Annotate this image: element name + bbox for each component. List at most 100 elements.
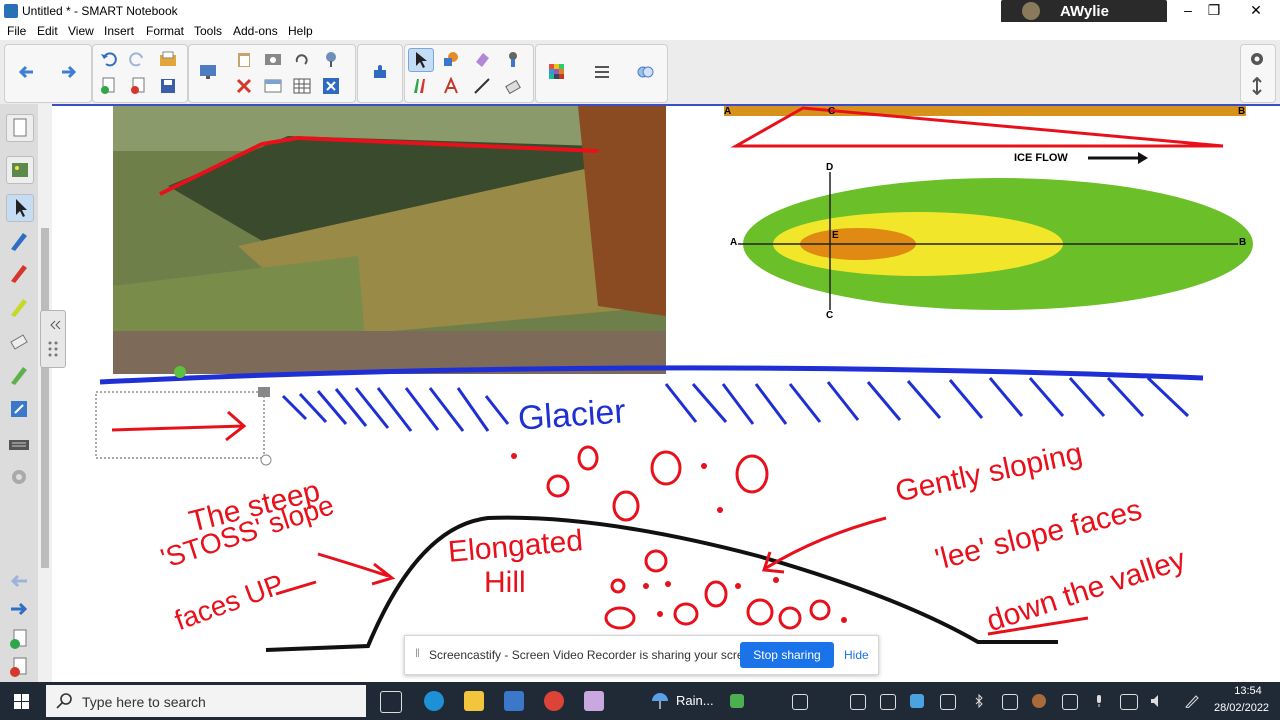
save-icon[interactable]: [156, 75, 180, 97]
lines-icon[interactable]: [590, 61, 614, 83]
gear-icon[interactable]: [1245, 48, 1269, 70]
back-arrow-icon[interactable]: [14, 61, 38, 83]
move-toolbar-icon[interactable]: [1245, 75, 1269, 97]
tray-icon-b[interactable]: [850, 694, 866, 710]
menu-addons[interactable]: Add-ons: [233, 24, 278, 38]
text-icon[interactable]: [439, 75, 463, 97]
aerial-drumlin-photo[interactable]: [113, 106, 666, 374]
paste-icon[interactable]: [232, 48, 256, 70]
notebook-page-canvas[interactable]: A C B ICE FLOW D A E B C Glacier The ste…: [38, 104, 1280, 684]
stop-sharing-button[interactable]: Stop sharing: [740, 642, 834, 668]
pen-tool-blue-icon[interactable]: [8, 230, 30, 252]
shapes-icon[interactable]: [439, 48, 463, 70]
menu-help[interactable]: Help: [288, 24, 313, 38]
menu-view[interactable]: View: [68, 24, 94, 38]
open-file-icon[interactable]: [156, 48, 180, 70]
drive-tray-icon[interactable]: [730, 694, 744, 708]
smart-notebook-app-icon: [4, 4, 18, 18]
doc-camera-icon[interactable]: [319, 48, 343, 70]
edge-browser-icon[interactable]: [424, 691, 444, 711]
magic-pen-side-icon[interactable]: [8, 364, 30, 386]
title-bar: Untitled * - SMART Notebook AWylie – ❐ ✕: [0, 0, 1280, 23]
keyboard-icon[interactable]: [8, 434, 30, 456]
file-explorer-icon[interactable]: [464, 691, 484, 711]
select-arrow-icon[interactable]: [408, 48, 434, 72]
fill-icon[interactable]: [633, 61, 657, 83]
add-page-side-icon[interactable]: [8, 628, 30, 650]
task-view-icon[interactable]: [380, 691, 402, 713]
diagram-label-c-top: C: [828, 106, 836, 117]
usb-icon[interactable]: [1062, 694, 1078, 710]
diagram-label-d: D: [826, 162, 834, 173]
eraser-side-icon[interactable]: [8, 330, 30, 352]
menu-insert[interactable]: Insert: [104, 24, 134, 38]
addon-puzzle-icon[interactable]: [368, 61, 392, 83]
page-sorter-tab[interactable]: [6, 114, 34, 142]
tray-icon-e[interactable]: [940, 694, 956, 710]
delete-page-side-icon[interactable]: [8, 656, 30, 678]
menu-edit[interactable]: Edit: [37, 24, 58, 38]
screen-sharing-notification: ‖ Screencastify - Screen Video Recorder …: [404, 635, 879, 675]
display-icon[interactable]: [196, 61, 220, 83]
tray-icon-f[interactable]: [1002, 694, 1018, 710]
window-title: Untitled * - SMART Notebook: [22, 4, 178, 18]
drag-handle-icon[interactable]: ‖: [415, 646, 420, 660]
volume-icon[interactable]: [1150, 694, 1166, 708]
close-button[interactable]: ✕: [1236, 0, 1276, 22]
glacier-handwriting: Glacier: [516, 392, 627, 438]
clock-date[interactable]: 28/02/2022: [1214, 702, 1269, 714]
taskbar-search-input[interactable]: Type here to search: [46, 685, 366, 717]
magic-pen-icon[interactable]: [501, 48, 525, 70]
add-page-icon[interactable]: [96, 75, 120, 97]
pen-tool-red-icon[interactable]: [8, 262, 30, 284]
smart-notebook-taskbar-icon[interactable]: [584, 691, 604, 711]
tray-icon-a[interactable]: [792, 694, 808, 710]
toolbar-group-file: [92, 44, 188, 103]
hill-handwriting: Hill: [484, 566, 526, 599]
pens-icon[interactable]: [408, 75, 432, 97]
next-page-icon[interactable]: [8, 598, 30, 620]
weather-text[interactable]: Rain...: [676, 693, 714, 708]
umbrella-weather-icon[interactable]: [650, 691, 670, 711]
collapse-toolbar-handle[interactable]: [40, 310, 66, 368]
redo-icon[interactable]: [126, 48, 150, 70]
forward-arrow-icon[interactable]: [57, 61, 81, 83]
menu-format[interactable]: Format: [146, 24, 184, 38]
microphone-icon[interactable]: [1092, 694, 1106, 708]
screenshade-icon[interactable]: [261, 75, 285, 97]
windows-start-icon[interactable]: [0, 682, 44, 720]
menu-file[interactable]: File: [7, 24, 26, 38]
pen-workspace-icon[interactable]: [1184, 694, 1200, 709]
hide-button[interactable]: Hide: [844, 648, 869, 662]
menu-tools[interactable]: Tools: [194, 24, 222, 38]
eraser-icon[interactable]: [470, 48, 494, 70]
toolbar-group-insert: [188, 44, 356, 103]
redo2-icon[interactable]: [290, 48, 314, 70]
delete-page-icon[interactable]: [126, 75, 150, 97]
line-icon[interactable]: [470, 75, 494, 97]
capture-icon[interactable]: [261, 48, 285, 70]
chrome-icon[interactable]: [544, 691, 564, 711]
vertical-scrollbar-thumb[interactable]: [41, 228, 49, 568]
fill-eraser-icon[interactable]: [501, 75, 525, 97]
table-icon[interactable]: [290, 75, 314, 97]
properties-color-icon[interactable]: [545, 61, 569, 83]
settings-side-icon[interactable]: [8, 466, 30, 488]
tray-icon-d[interactable]: [910, 694, 924, 708]
gallery-tab[interactable]: [6, 156, 34, 184]
prev-page-icon[interactable]: [8, 570, 30, 592]
undo-icon[interactable]: [96, 48, 120, 70]
tray-icon-c[interactable]: [880, 694, 896, 710]
window-x-icon[interactable]: [319, 75, 343, 97]
select-tool-side[interactable]: [6, 194, 34, 222]
highlighter-icon[interactable]: [8, 296, 30, 318]
restore-button[interactable]: ❐: [1194, 0, 1234, 22]
tray-icon-g[interactable]: [1032, 694, 1046, 708]
battery-icon[interactable]: [1120, 694, 1138, 710]
clock-time[interactable]: 13:54: [1222, 685, 1274, 697]
notebook-side-icon[interactable]: [8, 398, 30, 420]
ice-flow-label: ICE FLOW: [1014, 152, 1068, 164]
store-icon[interactable]: [504, 691, 524, 711]
delete-x-icon[interactable]: [232, 75, 256, 97]
bluetooth-icon[interactable]: [972, 693, 986, 709]
